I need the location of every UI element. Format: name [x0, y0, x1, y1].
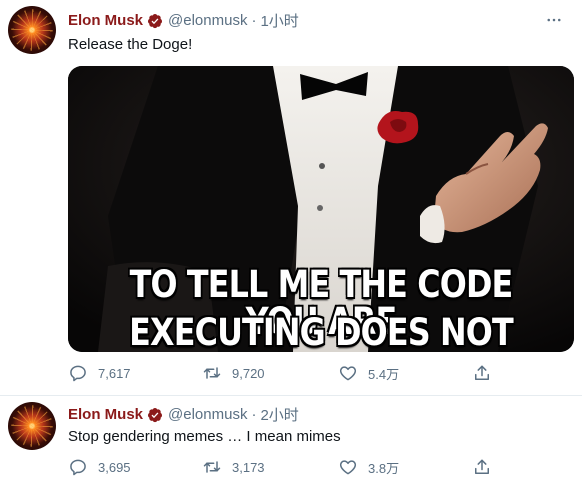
reply-icon — [70, 459, 86, 476]
like-button[interactable]: 3.8万 — [338, 456, 399, 478]
author-handle[interactable]: @elonmusk — [168, 406, 247, 423]
like-icon — [339, 460, 357, 475]
share-button[interactable] — [472, 362, 492, 384]
like-count: 3.8万 — [368, 460, 400, 476]
retweet-button[interactable]: 3,173 — [202, 456, 265, 478]
verified-badge-icon — [148, 13, 163, 28]
tweet-header: Elon Musk @elonmusk · 1小时 — [68, 10, 299, 31]
tweet-header: Elon Musk @elonmusk · 2小时 — [68, 404, 299, 425]
like-button[interactable]: 5.4万 — [338, 362, 399, 384]
retweet-count: 3,173 — [232, 459, 265, 475]
share-icon — [475, 365, 489, 380]
retweet-icon — [203, 367, 221, 379]
retweet-button[interactable]: 9,720 — [202, 362, 265, 384]
tweet-text: Stop gendering memes … I mean mimes — [68, 428, 341, 445]
tweet-time[interactable]: 1小时 — [260, 10, 298, 31]
reply-count: 7,617 — [98, 365, 131, 381]
verified-badge-icon — [148, 407, 163, 422]
tweet-time[interactable]: 2小时 — [260, 404, 298, 425]
tweet-text: Release the Doge! — [68, 36, 193, 53]
author-handle[interactable]: @elonmusk — [168, 12, 247, 29]
tweet-image[interactable]: TO TELL ME THE CODE YOU ARE EXECUTING DO… — [68, 66, 574, 352]
retweet-icon — [203, 461, 221, 473]
share-button[interactable] — [472, 456, 492, 478]
author-name[interactable]: Elon Musk — [68, 12, 143, 29]
author-name[interactable]: Elon Musk — [68, 406, 143, 423]
more-options-icon[interactable] — [544, 10, 564, 30]
tweet[interactable]: Elon Musk @elonmusk · 1小时 Release the Do… — [0, 0, 582, 396]
reply-button[interactable]: 3,695 — [68, 456, 131, 478]
reply-count: 3,695 — [98, 459, 131, 475]
reply-button[interactable]: 7,617 — [68, 362, 131, 384]
like-count: 5.4万 — [368, 366, 400, 382]
like-icon — [339, 366, 357, 381]
tweet-actions: 7,617 9,720 5.4万 — [68, 362, 582, 384]
avatar[interactable] — [8, 402, 56, 450]
reply-icon — [70, 365, 86, 382]
avatar[interactable] — [8, 6, 56, 54]
separator-dot: · — [251, 406, 257, 423]
retweet-count: 9,720 — [232, 365, 265, 381]
tweet-actions: 3,695 3,173 3.8万 — [68, 456, 582, 478]
image-caption-line-2: EXECUTING DOES NOT COMPILE — [129, 311, 514, 352]
separator-dot: · — [251, 12, 257, 29]
tweet[interactable]: Elon Musk @elonmusk · 2小时 Stop gendering… — [0, 396, 582, 492]
share-icon — [475, 459, 489, 474]
